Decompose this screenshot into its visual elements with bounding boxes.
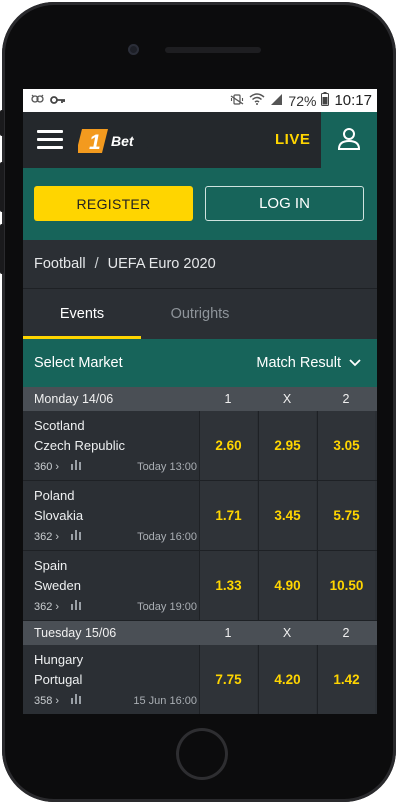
- day-label: Monday 14/06: [34, 392, 114, 406]
- tab-events[interactable]: Events: [23, 289, 141, 339]
- odds-draw-button[interactable]: 4.90: [258, 551, 316, 620]
- odds-away-button[interactable]: 3.05: [317, 411, 375, 480]
- kickoff-time: Today 16:00: [137, 530, 197, 543]
- clock: 10:17: [334, 92, 372, 109]
- register-button[interactable]: REGISTER: [34, 186, 193, 221]
- owl-icon: [31, 93, 44, 108]
- volume-up-button: [0, 162, 4, 212]
- svg-text:Bet: Bet: [111, 133, 135, 149]
- chevron-right-icon: ›: [55, 460, 60, 473]
- match-meta: 360 › Today 13:00: [34, 460, 197, 473]
- battery-percent: 72%: [288, 92, 317, 109]
- odds-home-button[interactable]: 1.71: [199, 481, 257, 550]
- volume-down-button: [0, 224, 4, 274]
- match-teams: Spain Sweden: [34, 556, 81, 596]
- odds-home-button[interactable]: 2.60: [199, 411, 257, 480]
- auth-bar: REGISTER LOG IN: [23, 168, 377, 240]
- stats-icon[interactable]: [71, 530, 82, 543]
- tab-bar: Events Outrights: [23, 289, 377, 339]
- odds-away-button[interactable]: 5.75: [317, 481, 375, 550]
- stats-icon[interactable]: [71, 460, 82, 473]
- odds-away-button[interactable]: 1.42: [317, 645, 375, 714]
- stats-icon[interactable]: [71, 694, 82, 707]
- day-header: Tuesday 15/06 1 X 2: [23, 621, 377, 645]
- battery-icon: [321, 92, 330, 109]
- column-home: 1: [224, 392, 232, 406]
- odds-draw-button[interactable]: 4.20: [258, 645, 316, 714]
- match-teams: Scotland Czech Republic: [34, 416, 125, 456]
- home-team: Spain: [34, 558, 68, 573]
- app-header: 1 Bet LIVE: [23, 112, 377, 168]
- match-row[interactable]: Scotland Czech Republic 360 › Today 13:0…: [23, 411, 377, 481]
- odds-draw-button[interactable]: 3.45: [258, 481, 316, 550]
- key-icon: [50, 94, 66, 108]
- away-team: Czech Republic: [34, 438, 126, 453]
- breadcrumb: Football / UEFA Euro 2020: [23, 240, 377, 288]
- match-row[interactable]: Spain Sweden 362 › Today 19:00 1.33 4.90…: [23, 551, 377, 621]
- wifi-icon: [249, 93, 265, 108]
- home-team: Poland: [34, 488, 75, 503]
- away-team: Portugal: [34, 672, 83, 687]
- match-teams: Poland Slovakia: [34, 486, 83, 526]
- earpiece-speaker: [165, 47, 261, 53]
- markets-count[interactable]: 362: [34, 601, 52, 613]
- column-away: 2: [342, 392, 350, 406]
- chevron-right-icon: ›: [55, 530, 60, 543]
- odds-home-button[interactable]: 7.75: [199, 645, 257, 714]
- match-row[interactable]: Hungary Portugal 358 › 15 Jun 16:00 7.75…: [23, 645, 377, 714]
- match-meta: 362 › Today 16:00: [34, 530, 197, 543]
- account-button[interactable]: [321, 112, 377, 168]
- column-draw: X: [282, 626, 292, 640]
- status-bar: 72% 10:17: [23, 89, 377, 112]
- breadcrumb-separator: /: [94, 256, 99, 272]
- market-selector[interactable]: Select Market Match Result: [23, 339, 377, 387]
- live-link[interactable]: LIVE: [275, 112, 310, 168]
- match-teams: Hungary Portugal: [34, 650, 83, 690]
- brand-logo[interactable]: 1 Bet: [76, 129, 150, 158]
- match-meta: 358 › 15 Jun 16:00: [34, 694, 197, 707]
- column-away: 2: [342, 626, 350, 640]
- away-team: Slovakia: [34, 508, 84, 523]
- markets-count[interactable]: 362: [34, 531, 52, 543]
- breadcrumb-sport[interactable]: Football: [34, 256, 86, 272]
- chevron-down-icon: [349, 355, 361, 371]
- tab-outrights[interactable]: Outrights: [141, 289, 259, 339]
- column-draw: X: [282, 392, 292, 406]
- kickoff-time: Today 19:00: [137, 600, 197, 613]
- home-button[interactable]: [176, 728, 228, 780]
- svg-text:1: 1: [89, 131, 101, 153]
- match-meta: 362 › Today 19:00: [34, 600, 197, 613]
- market-dropdown[interactable]: Match Result: [256, 355, 361, 371]
- home-team: Hungary: [34, 652, 84, 667]
- home-team: Scotland: [34, 418, 85, 433]
- mute-switch: [0, 110, 4, 136]
- day-label: Tuesday 15/06: [34, 626, 117, 640]
- odds-home-button[interactable]: 1.33: [199, 551, 257, 620]
- market-selected: Match Result: [256, 355, 341, 371]
- day-header: Monday 14/06 1 X 2: [23, 387, 377, 411]
- signal-icon: [270, 93, 283, 108]
- chevron-right-icon: ›: [55, 600, 60, 613]
- user-icon: [337, 126, 361, 155]
- odds-draw-button[interactable]: 2.95: [258, 411, 316, 480]
- odds-away-button[interactable]: 10.50: [317, 551, 375, 620]
- vibrate-icon: [230, 93, 244, 109]
- menu-icon[interactable]: [37, 130, 63, 150]
- app-screen: 72% 10:17 1 Bet LIVE REGISTER LOG IN Foo…: [23, 89, 377, 714]
- markets-count[interactable]: 360: [34, 461, 52, 473]
- column-home: 1: [224, 626, 232, 640]
- kickoff-time: Today 13:00: [137, 460, 197, 473]
- login-button[interactable]: LOG IN: [205, 186, 364, 221]
- kickoff-time: 15 Jun 16:00: [133, 694, 197, 707]
- match-row[interactable]: Poland Slovakia 362 › Today 16:00 1.71 3…: [23, 481, 377, 551]
- stats-icon[interactable]: [71, 600, 82, 613]
- chevron-right-icon: ›: [55, 694, 60, 707]
- away-team: Sweden: [34, 578, 81, 593]
- breadcrumb-competition: UEFA Euro 2020: [107, 256, 216, 272]
- markets-count[interactable]: 358: [34, 695, 52, 707]
- front-camera: [128, 44, 139, 55]
- market-label: Select Market: [34, 355, 123, 371]
